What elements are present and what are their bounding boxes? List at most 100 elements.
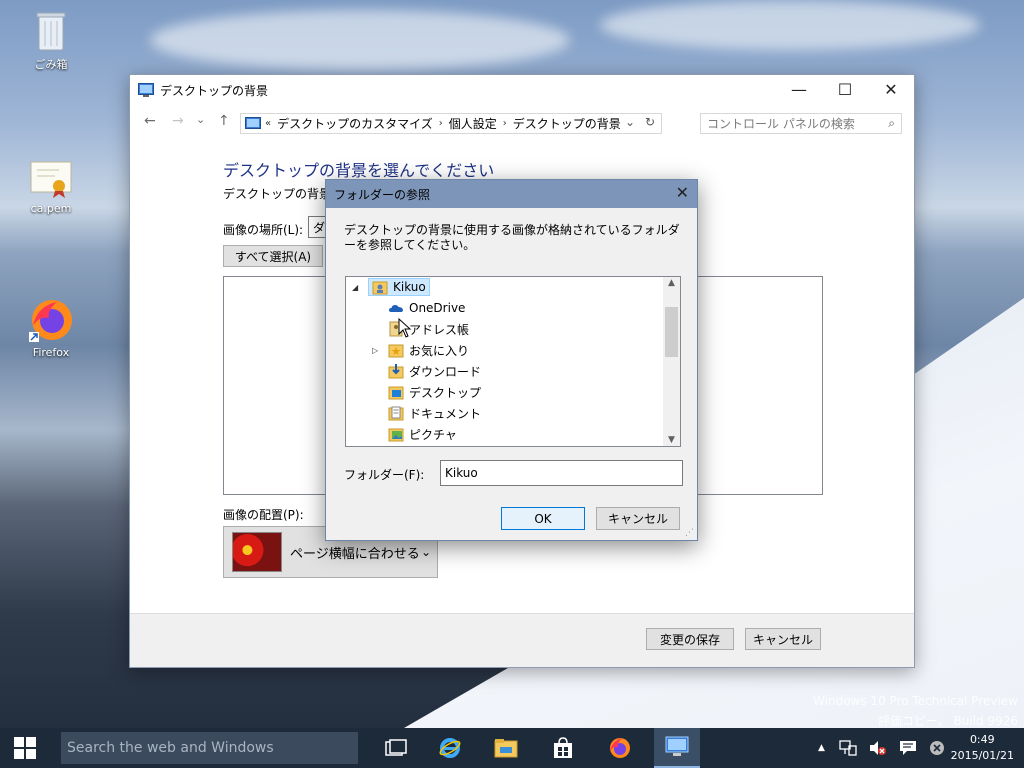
browse-folder-dialog: フォルダーの参照 ✕ デスクトップの背景に使用する画像が格納されているフォルダー…	[325, 179, 698, 541]
tree-item-contacts[interactable]: アドレス帳	[372, 319, 469, 339]
refresh-icon[interactable]: ↻	[645, 115, 655, 129]
tree-item-label: アドレス帳	[409, 322, 470, 337]
window-footer: 変更の保存 キャンセル	[130, 613, 914, 667]
cloud	[150, 10, 570, 70]
tree-item-label: OneDrive	[409, 301, 466, 315]
file-explorer-icon	[494, 739, 518, 758]
ok-button[interactable]: OK	[501, 507, 585, 530]
up-arrow-icon[interactable]: ↑	[218, 113, 230, 129]
close-button[interactable]: ✕	[868, 75, 914, 103]
scroll-up-arrow-icon[interactable]: ▲	[663, 278, 680, 288]
chevron-down-icon: ⌄	[420, 545, 431, 559]
start-button[interactable]	[0, 728, 50, 768]
chevron-right-icon: ›	[502, 118, 507, 129]
folder-tree[interactable]: ◢ Kikuo OneDrive アドレス帳 ▷ お気に入り ダウンロード デス…	[345, 276, 681, 447]
tree-scrollbar[interactable]: ▲ ▼	[663, 277, 680, 446]
taskbar-search-box[interactable]: Search the web and Windows	[61, 732, 358, 764]
tree-item-desktop[interactable]: デスクトップ	[372, 382, 481, 402]
tree-item-pictures[interactable]: ピクチャ	[372, 424, 457, 444]
dialog-titlebar[interactable]: フォルダーの参照	[326, 180, 697, 208]
control-panel-icon	[665, 736, 689, 756]
recent-locations-icon[interactable]: ⌄	[196, 113, 205, 126]
tree-item-label: Kikuo	[393, 280, 426, 294]
forward-arrow-icon[interactable]: →	[172, 113, 184, 129]
tree-expander-icon[interactable]: ▷	[372, 346, 384, 355]
folder-label: フォルダー(F):	[344, 468, 425, 482]
search-input[interactable]: コントロール パネルの検索 ⌕	[700, 113, 902, 134]
tree-item-label: お気に入り	[409, 343, 470, 358]
mouse-cursor-icon	[398, 318, 412, 338]
certificate-icon	[30, 161, 72, 198]
minimize-button[interactable]: —	[776, 75, 822, 103]
onedrive-icon	[389, 305, 403, 312]
taskbar-search-placeholder: Search the web and Windows	[67, 740, 274, 756]
pictures-folder-icon	[388, 428, 404, 442]
maximize-button[interactable]: ☐	[822, 75, 868, 103]
downloads-folder-icon	[388, 364, 404, 379]
control-panel-icon	[245, 116, 261, 129]
select-all-button[interactable]: すべて選択(A)	[223, 245, 323, 267]
blocked-status-icon[interactable]	[929, 740, 945, 756]
tree-item-documents[interactable]: ドキュメント	[372, 403, 481, 423]
taskbar-store[interactable]	[540, 728, 586, 768]
documents-folder-icon	[388, 406, 404, 421]
save-changes-button[interactable]: 変更の保存	[646, 628, 734, 650]
notification-area: ▲	[818, 728, 945, 768]
desktop-folder-icon	[388, 386, 404, 400]
firefox-icon	[610, 738, 630, 758]
user-folder-icon	[372, 281, 388, 295]
task-view-button[interactable]	[373, 728, 419, 768]
tree-item-favorites[interactable]: ▷ お気に入り	[372, 340, 469, 360]
picture-location-label: 画像の場所(L):	[223, 223, 304, 237]
tree-item-label: ダウンロード	[409, 364, 482, 379]
breadcrumb-item[interactable]: デスクトップのカスタマイズ	[277, 115, 433, 132]
task-view-icon	[385, 739, 407, 756]
tree-item-label: ドキュメント	[409, 406, 482, 421]
dialog-title: フォルダーの参照	[334, 187, 431, 202]
taskbar-file-explorer[interactable]	[483, 728, 529, 768]
folder-field[interactable]: Kikuo	[440, 460, 683, 486]
search-icon[interactable]: ⌕	[888, 116, 895, 131]
recycle-bin-icon	[36, 12, 66, 51]
desktop-icon-label: Firefox	[32, 346, 70, 359]
system-clock[interactable]: 0:49 2015/01/21	[951, 732, 1014, 764]
firefox-icon	[29, 300, 72, 342]
position-preview-thumbnail	[232, 532, 282, 572]
resize-grip-icon[interactable]: ⋰	[685, 528, 694, 538]
volume-muted-icon[interactable]	[869, 740, 887, 756]
clock-date: 2015/01/21	[950, 749, 1014, 762]
desktop-icon-firefox[interactable]: Firefox	[16, 296, 86, 359]
cloud	[600, 0, 980, 50]
dialog-close-button[interactable]: ✕	[676, 183, 689, 202]
cancel-button[interactable]: キャンセル	[745, 628, 821, 650]
action-center-icon[interactable]	[899, 740, 917, 756]
taskbar-firefox[interactable]	[597, 728, 643, 768]
position-value: ページ横幅に合わせる	[290, 546, 420, 562]
tree-item-label: デスクトップ	[409, 385, 482, 400]
scrollbar-thumb[interactable]	[665, 307, 678, 357]
breadcrumb-item[interactable]: デスクトップの背景	[513, 115, 621, 132]
build-watermark-line1: Windows 10 Pro Technical Preview	[813, 694, 1018, 708]
tree-item-onedrive[interactable]: OneDrive	[372, 298, 465, 318]
taskbar: Search the web and Windows ▲ 0:49 2015/0…	[0, 728, 1024, 768]
dialog-cancel-button[interactable]: キャンセル	[596, 507, 680, 530]
tree-item-kikuo[interactable]: ◢ Kikuo	[352, 277, 430, 297]
show-hidden-icons-icon[interactable]: ▲	[818, 743, 825, 753]
tree-item-downloads[interactable]: ダウンロード	[372, 361, 481, 381]
store-icon	[554, 737, 572, 758]
folder-field-value: Kikuo	[445, 466, 478, 480]
tree-item-label: ピクチャ	[409, 427, 457, 442]
windows-logo-icon	[14, 737, 36, 759]
tree-expander-icon[interactable]: ◢	[352, 283, 364, 292]
address-bar[interactable]: « デスクトップのカスタマイズ › 個人設定 › デスクトップの背景 ⌄ ↻	[240, 113, 662, 134]
back-arrow-icon[interactable]: ←	[144, 113, 156, 129]
breadcrumb-overflow-icon[interactable]: «	[265, 118, 271, 129]
address-dropdown-icon[interactable]: ⌄	[625, 115, 635, 129]
breadcrumb-item[interactable]: 個人設定	[449, 115, 497, 132]
taskbar-internet-explorer[interactable]	[427, 728, 473, 768]
scroll-down-arrow-icon[interactable]: ▼	[663, 435, 680, 445]
taskbar-control-panel[interactable]	[654, 728, 700, 768]
desktop-icon-ca-pem[interactable]: ca.pem	[16, 158, 86, 215]
network-icon[interactable]	[839, 740, 857, 756]
desktop-icon-recycle-bin[interactable]: ごみ箱	[16, 8, 86, 72]
